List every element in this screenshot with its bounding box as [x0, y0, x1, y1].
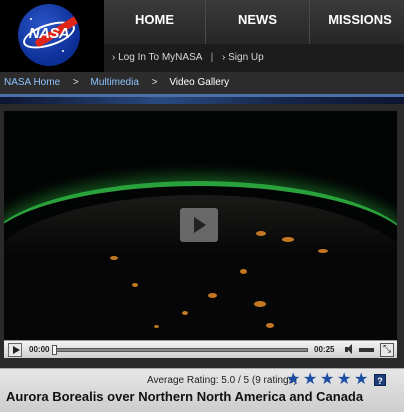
city-light [256, 231, 266, 236]
star-icon[interactable]: ★ [286, 372, 301, 388]
city-light [266, 323, 274, 328]
logo-text: NASA [28, 25, 70, 42]
star-icon[interactable]: ★ [337, 372, 352, 388]
duration: 00:25 [314, 345, 335, 354]
link-separator: | [210, 52, 214, 63]
city-light [182, 311, 188, 315]
city-light [132, 283, 138, 287]
breadcrumb-multimedia[interactable]: Multimedia [91, 77, 139, 88]
site-header: NASA HOME NEWS MISSIONS › Log In To MyNA… [0, 0, 404, 72]
account-links: › Log In To MyNASA | › Sign Up [104, 44, 404, 72]
volume-slider[interactable] [359, 348, 374, 352]
city-light [318, 249, 328, 253]
video-info: Average Rating: 5.0 / 5 (9 ratings) ★ ★ … [0, 368, 404, 412]
seek-bar[interactable] [54, 348, 308, 352]
video-title: Aurora Borealis over Northern North Amer… [6, 389, 364, 404]
decorative-banner-strip [0, 94, 404, 104]
breadcrumb-current: Video Gallery [169, 77, 230, 88]
nav-home[interactable]: HOME [104, 0, 206, 44]
volume-icon[interactable] [345, 344, 355, 356]
nav-news[interactable]: NEWS [206, 0, 310, 44]
city-light [208, 293, 217, 298]
fullscreen-icon[interactable]: ⤡ [380, 343, 394, 357]
seek-thumb[interactable] [52, 345, 57, 355]
play-icon[interactable] [8, 343, 22, 357]
city-light [240, 269, 247, 274]
city-light [110, 256, 118, 260]
star-icon[interactable]: ★ [354, 372, 369, 388]
nasa-logo-icon[interactable]: NASA [18, 4, 80, 66]
city-light [254, 301, 266, 307]
breadcrumb-arrow: > [151, 77, 158, 88]
help-icon[interactable]: ? [374, 374, 386, 386]
current-time: 00:00 [29, 345, 50, 354]
login-link[interactable]: › Log In To MyNASA [112, 52, 202, 63]
logo-container[interactable]: NASA [0, 0, 104, 72]
city-light [282, 237, 294, 242]
star-icon[interactable]: ★ [320, 372, 335, 388]
nav-missions[interactable]: MISSIONS [310, 0, 404, 44]
player-controls: 00:00 00:25 ⤡ [4, 340, 397, 358]
average-rating: Average Rating: 5.0 / 5 (9 ratings) [147, 375, 297, 386]
star-icon[interactable]: ★ [303, 372, 318, 388]
breadcrumb-nasa-home[interactable]: NASA Home [4, 77, 60, 88]
play-overlay-button[interactable] [180, 208, 218, 242]
breadcrumb: NASA Home > Multimedia > Video Gallery [0, 72, 404, 94]
breadcrumb-arrow: > [72, 77, 79, 88]
signup-link[interactable]: › Sign Up [222, 52, 264, 63]
city-light [154, 325, 159, 328]
main-nav: HOME NEWS MISSIONS [104, 0, 404, 44]
